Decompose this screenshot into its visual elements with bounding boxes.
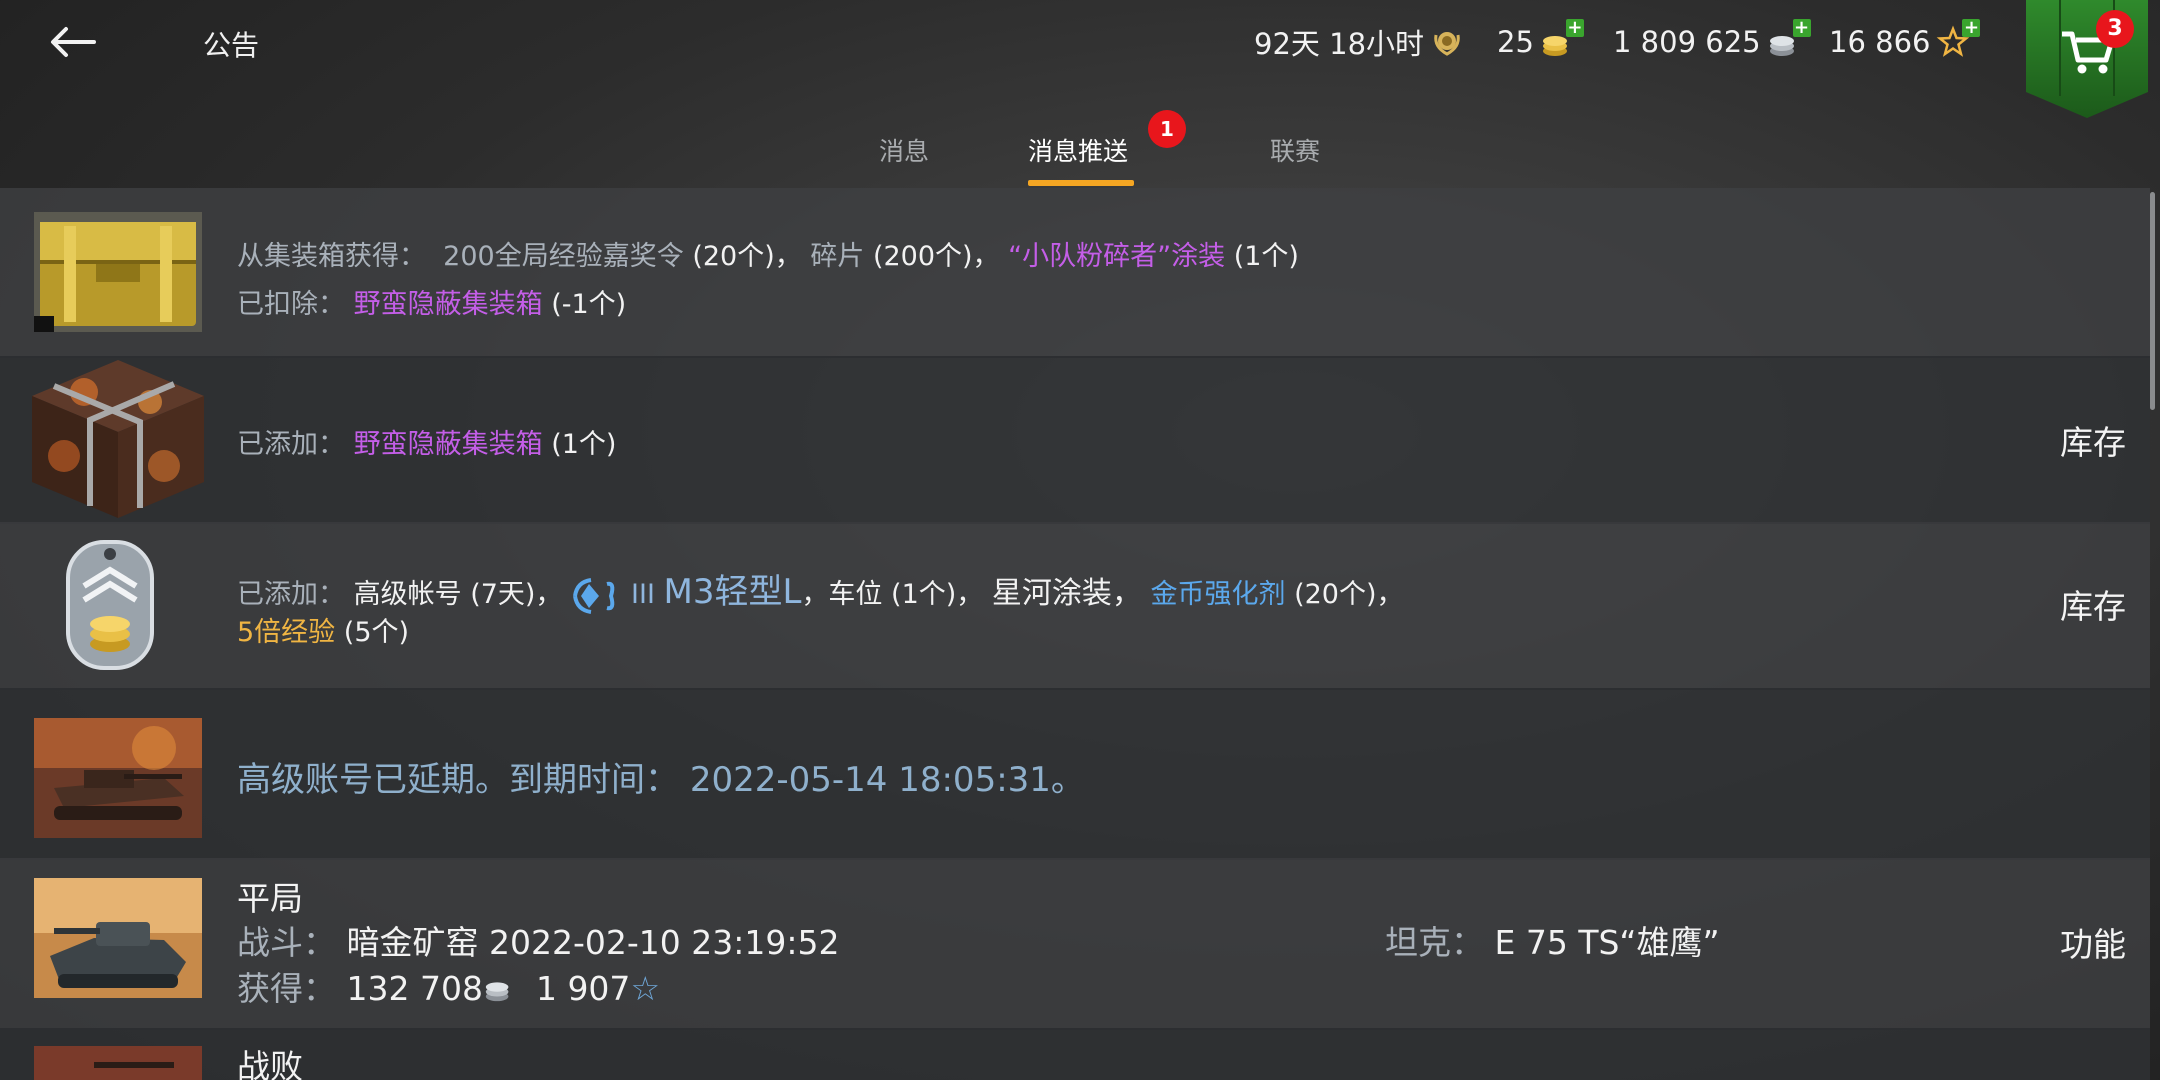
earned-xp: 1 907 [535,969,631,1008]
add-free-xp-icon[interactable]: + [1962,19,1981,37]
free-xp-balance[interactable]: 16 866 + [1829,19,1981,64]
functions-button[interactable]: 功能 [2060,918,2126,966]
list-item[interactable]: 已添加： 高级帐号 (7天)， III M3轻型L，车位 (1个)， 星河涂装，… [0,522,2150,690]
booster-qty: (20个)， [1294,579,1404,610]
premium-account-item: 高级帐号 [353,579,462,610]
tank-portrait-image [34,878,202,998]
battle-result: 平局 [237,879,303,918]
slot-qty: (1个)， [891,579,984,610]
camo-crate-image [24,356,212,522]
tank-portrait-image [34,1046,202,1080]
added-box-line: 已添加： 野蛮隐蔽集装箱 (1个) [237,422,616,461]
container-removed-line: 已扣除： 野蛮隐蔽集装箱 (-1个) [237,282,626,321]
battle-map-datetime: 暗金矿窑 2022-02-10 23:19:52 [346,923,840,962]
xp-qty: (5个) [343,617,410,648]
gold-crate-image [34,212,202,332]
reward-item-name: 碎片 [810,241,865,272]
tank-name: E 75 TS“雄鹰” [1494,923,1720,962]
battle-result: 战败 [237,1047,303,1080]
reward-item-name: 200全局经验嘉奖令 [443,241,684,272]
premium-timer-value: 92天 18小时 [1254,27,1425,61]
gold-coins-icon: + [1540,19,1584,59]
star-icon: ☆ [630,969,661,1008]
added-item-name: 野蛮隐蔽集装箱 [353,429,543,460]
credits-value: 1 809 625 [1613,25,1761,59]
tab-messages[interactable]: 消息 [879,132,929,168]
list-item[interactable]: 战败 [0,1028,2150,1080]
reward-item-name: “小队粉碎者”涂装 [1008,241,1226,272]
premium-extended-line: 高级账号已延期。到期时间： 2022-05-14 18:05:31。 [237,752,1085,801]
tank-battle-image [34,718,202,838]
xp-item: 5倍经验 [237,617,336,648]
list-item[interactable]: 高级账号已延期。到期时间： 2022-05-14 18:05:31。 [0,688,2150,860]
inventory-button[interactable]: 库存 [2060,416,2126,464]
gold-value: 25 [1497,25,1534,59]
battle-info-line: 战斗： 暗金矿窑 2022-02-10 23:19:52 [237,916,839,964]
bundle-xp-line: 5倍经验 (5个) [237,610,409,649]
removed-item-qty: (-1个) [551,289,627,320]
reward-item-qty: (20个)， [692,241,802,272]
credits-coins-icon [483,969,515,1008]
added-label: 已添加： [237,579,345,610]
earned-credits: 132 708 [346,969,483,1008]
added-item-qty: (1个) [551,429,617,460]
removed-item-name: 野蛮隐蔽集装箱 [353,289,543,320]
tab-message-push-badge: 1 [1148,110,1186,148]
star-icon: + [1936,19,1981,59]
battle-label: 战斗： [237,923,336,962]
added-label: 已添加： [237,429,345,460]
back-button[interactable] [44,14,104,70]
reward-item-qty: (200个)， [872,241,1000,272]
inventory-button[interactable]: 库存 [2060,580,2126,628]
arrow-left-icon [51,27,96,57]
container-contents-line: 从集装箱获得： 200全局经验嘉奖令 (20个)， 碎片 (200个)， “小队… [237,234,1299,273]
add-gold-icon[interactable]: + [1565,19,1584,37]
premium-laurel-icon [1430,25,1464,59]
tank-info-line: 坦克： E 75 TS“雄鹰” [1385,916,1720,964]
premium-extended-text: 高级账号已延期。到期时间： [237,760,679,800]
credits-balance[interactable]: 1 809 625 + [1613,19,1811,64]
notification-list[interactable]: 从集装箱获得： 200全局经验嘉奖令 (20个)， 碎片 (200个)， “小队… [0,188,2160,1080]
earned-line: 获得： 132 708 1 907☆ [237,962,660,1010]
top-bar: 公告 92天 18小时 25 + 1 809 625 + 16 866 + 3 [0,0,2160,118]
list-item[interactable]: 已添加： 野蛮隐蔽集装箱 (1个) 库存 [0,356,2150,524]
tank-name: M3轻型L [663,572,802,612]
earned-label: 获得： [237,969,336,1008]
tank-label: 坦克： [1385,923,1484,962]
reward-item-qty: (1个) [1233,241,1299,272]
list-item[interactable]: 平局 战斗： 暗金矿窑 2022-02-10 23:19:52 坦克： E 75… [0,858,2150,1030]
add-credits-icon[interactable]: + [1792,19,1811,37]
bundle-contents-line: 已添加： 高级帐号 (7天)， III M3轻型L，车位 (1个)， 星河涂装，… [237,564,1404,616]
credits-coins-icon: + [1767,19,1811,59]
tank-tier: III [631,579,655,610]
camo-item: 星河涂装， [991,576,1142,611]
tab-message-push[interactable]: 消息推送 [1028,132,1128,168]
premium-expiry-datetime: 2022-05-14 18:05:31。 [689,760,1085,800]
gold-balance[interactable]: 25 + [1497,19,1584,64]
container-source-label: 从集装箱获得： [237,241,426,272]
slot-item: ，车位 [801,579,883,610]
tab-league[interactable]: 联赛 [1270,132,1320,168]
active-tab-indicator [1028,180,1134,186]
cart-count-badge: 3 [2096,10,2134,48]
premium-account-qty: (7天)， [470,579,563,610]
page-title: 公告 [203,29,260,62]
removed-label: 已扣除： [237,289,345,320]
free-xp-value: 16 866 [1829,25,1931,59]
list-item[interactable]: 从集装箱获得： 200全局经验嘉奖令 (20个)， 碎片 (200个)， “小队… [0,188,2150,358]
premium-token-image [60,532,160,676]
booster-item: 金币强化剂 [1150,579,1286,610]
scrollbar[interactable] [2150,192,2155,410]
premium-timer[interactable]: 92天 18小时 [1254,20,1464,64]
